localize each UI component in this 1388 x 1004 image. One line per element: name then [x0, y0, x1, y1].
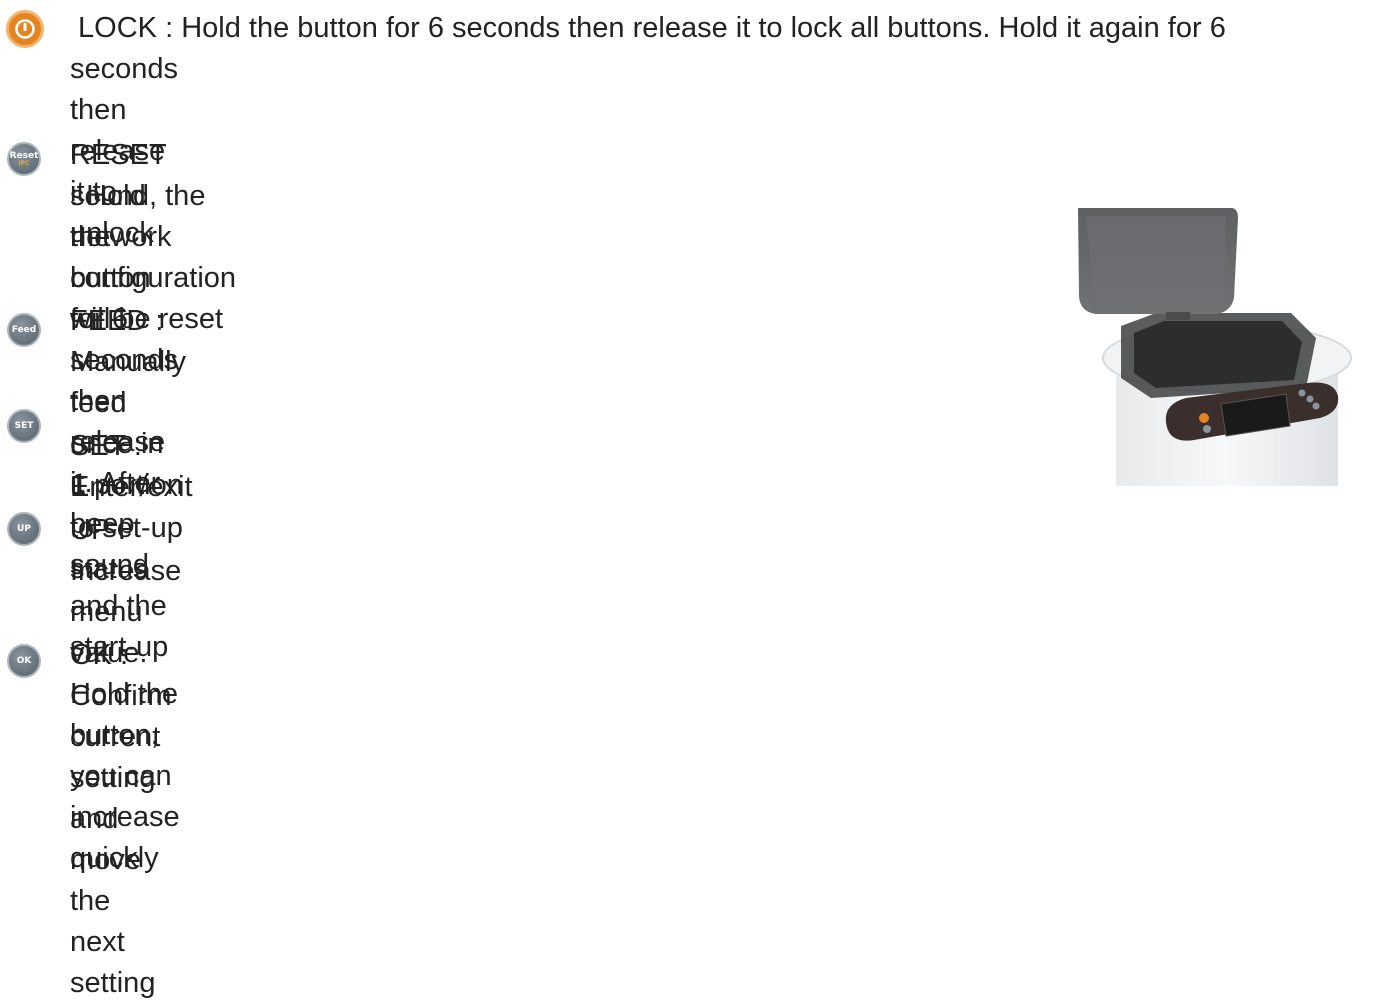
ok-description: OK : Confirm current setting and move th… — [70, 639, 172, 999]
feed-button-icon: Feed — [7, 313, 41, 347]
set-icon-label: SET — [14, 421, 34, 431]
lock-description-line-1: LOCK : Hold the button for 6 seconds the… — [70, 12, 1226, 44]
pet-feeder-device-image — [1076, 208, 1376, 486]
feed-icon-label: Feed — [11, 325, 37, 335]
set-button-icon: SET — [7, 409, 41, 443]
ok-icon-label: OK — [16, 656, 32, 666]
reset-button-icon: Reset IPC — [7, 142, 41, 176]
lock-power-icon — [6, 10, 44, 48]
up-icon-label: UP — [17, 524, 31, 534]
reset-icon-sublabel: IPC — [18, 159, 30, 167]
up-button-icon: UP — [7, 512, 41, 546]
